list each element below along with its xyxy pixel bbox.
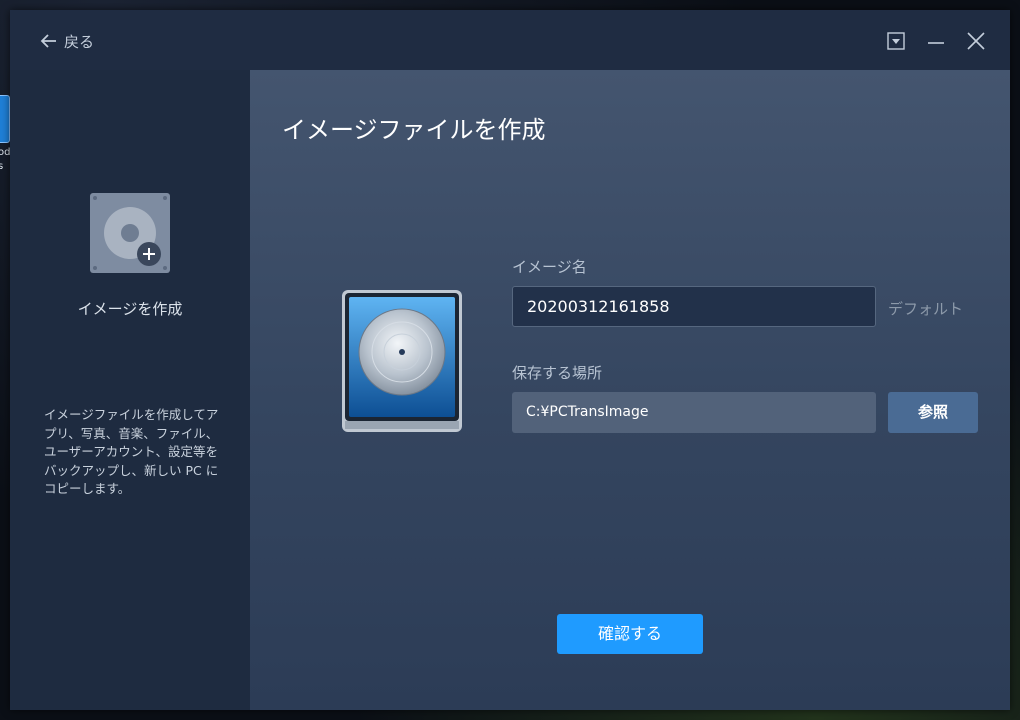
location-label: 保存する場所 [512, 364, 603, 382]
main-panel: イメージファイルを作成 イメージ名 20200312161858 デフォルト 保… [250, 70, 1010, 710]
minimize-icon[interactable] [925, 30, 947, 52]
image-name-label: イメージ名 [512, 258, 587, 276]
sidebar-title: イメージを作成 [77, 300, 183, 318]
dropdown-icon[interactable] [885, 30, 907, 52]
confirm-button[interactable]: 確認する [557, 614, 703, 654]
arrow-left-icon [40, 34, 56, 48]
back-button[interactable]: 戻る [40, 29, 94, 53]
browse-button[interactable]: 参照 [888, 392, 978, 433]
page-title: イメージファイルを作成 [282, 116, 546, 144]
sidebar-description: イメージファイルを作成してアプリ、写真、音楽、ファイル、ユーザーアカウント、設定… [44, 407, 219, 496]
sidebar: イメージを作成 イメージファイルを作成してアプリ、写真、音楽、ファイル、ユーザー… [10, 70, 250, 710]
close-icon[interactable] [965, 30, 987, 52]
location-field: C:¥PCTransImage [512, 392, 876, 433]
back-label: 戻る [64, 32, 95, 51]
default-button[interactable]: デフォルト [888, 298, 963, 319]
image-name-input[interactable] [512, 286, 876, 327]
desktop-app-icon[interactable] [0, 95, 10, 143]
title-bar: 戻る [10, 10, 1010, 70]
app-window: 戻る イメージを作成 イメージファイルを作成してアプリ、写真、音楽、ファイル、ユ… [10, 10, 1010, 710]
create-image-icon [90, 193, 170, 273]
disk-image-icon [342, 290, 462, 432]
